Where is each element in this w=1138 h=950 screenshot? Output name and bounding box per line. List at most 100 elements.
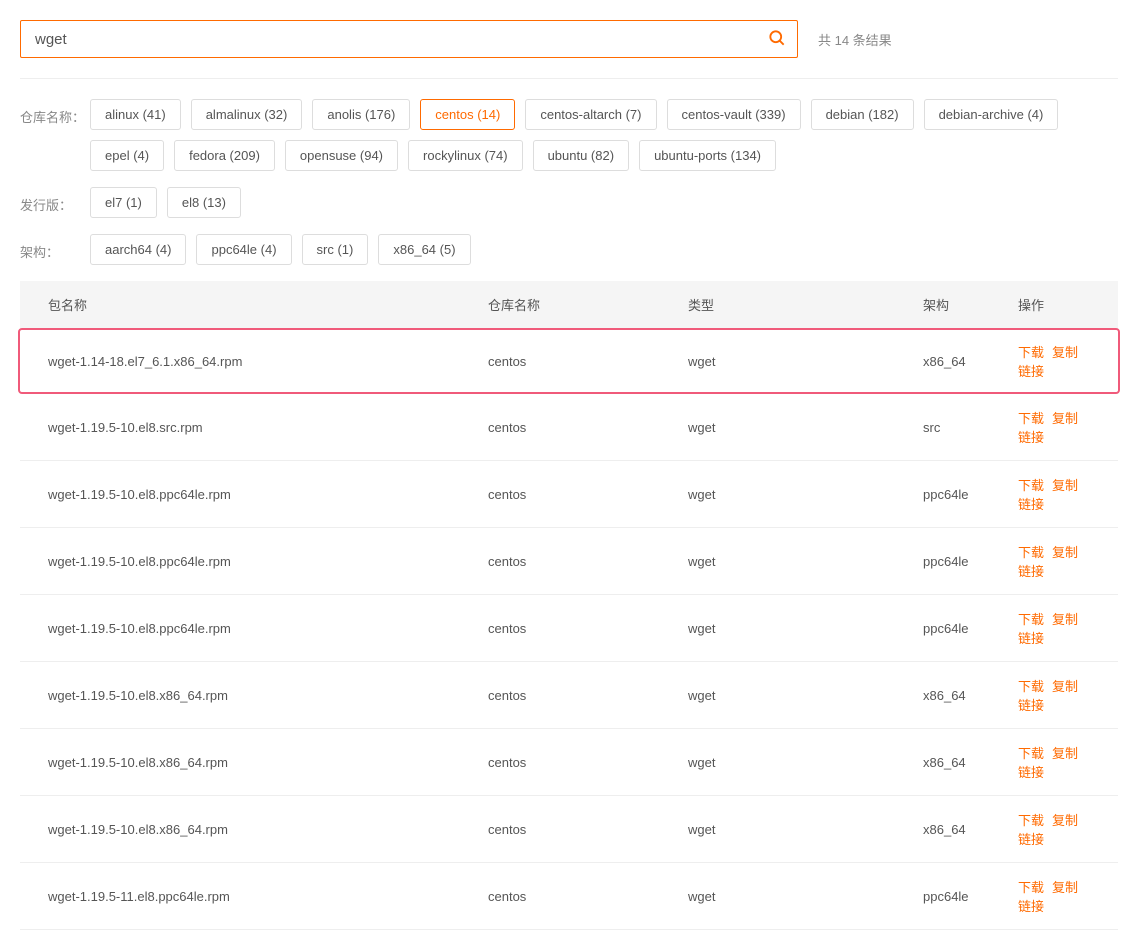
table-row: wget-1.19.5-10.el8.x86_64.rpmcentoswgetx… — [20, 729, 1118, 796]
cell-name: wget-1.19.5-11.el8.ppc64le.rpm — [48, 889, 488, 904]
tag-release-0[interactable]: el7 (1) — [90, 187, 157, 218]
cell-name: wget-1.14-18.el7_6.1.x86_64.rpm — [48, 354, 488, 369]
search-box — [20, 20, 798, 58]
cell-arch: src — [923, 420, 1018, 435]
tag-repo-2[interactable]: anolis (176) — [312, 99, 410, 130]
filter-repo-label: 仓库名称： — [20, 99, 90, 126]
cell-name: wget-1.19.5-10.el8.x86_64.rpm — [48, 688, 488, 703]
cell-type: wget — [688, 755, 923, 770]
table-row: wget-1.19.5-10.el8.ppc64le.rpmcentoswget… — [20, 528, 1118, 595]
tag-repo-12[interactable]: ubuntu (82) — [533, 140, 630, 171]
cell-action: 下载复制链接 — [1018, 342, 1090, 380]
th-arch: 架构 — [923, 295, 1018, 314]
table-row: wget-1.19.5-10.el8.src.rpmcentoswgetsrc下… — [20, 394, 1118, 461]
cell-type: wget — [688, 822, 923, 837]
cell-action: 下载复制链接 — [1018, 542, 1090, 580]
tag-release-1[interactable]: el8 (13) — [167, 187, 241, 218]
download-link[interactable]: 下载 — [1018, 746, 1044, 761]
cell-repo: centos — [488, 554, 688, 569]
th-action: 操作 — [1018, 295, 1090, 314]
tag-repo-7[interactable]: debian-archive (4) — [924, 99, 1059, 130]
cell-name: wget-1.19.5-10.el8.ppc64le.rpm — [48, 554, 488, 569]
tag-arch-0[interactable]: aarch64 (4) — [90, 234, 186, 265]
cell-repo: centos — [488, 487, 688, 502]
download-link[interactable]: 下载 — [1018, 345, 1044, 360]
cell-arch: x86_64 — [923, 755, 1018, 770]
cell-action: 下载复制链接 — [1018, 475, 1090, 513]
cell-arch: ppc64le — [923, 621, 1018, 636]
cell-action: 下载复制链接 — [1018, 810, 1090, 848]
cell-arch: ppc64le — [923, 487, 1018, 502]
cell-arch: x86_64 — [923, 354, 1018, 369]
cell-repo: centos — [488, 621, 688, 636]
filter-arch-tags: aarch64 (4) ppc64le (4) src (1) x86_64 (5) — [90, 234, 471, 265]
tag-arch-2[interactable]: src (1) — [302, 234, 369, 265]
cell-name: wget-1.19.5-10.el8.src.rpm — [48, 420, 488, 435]
cell-type: wget — [688, 554, 923, 569]
search-icon — [767, 28, 787, 51]
cell-action: 下载复制链接 — [1018, 609, 1090, 647]
filter-repo: 仓库名称：alinux (41) almalinux (32) anolis (17… — [20, 99, 1118, 171]
cell-arch: x86_64 — [923, 822, 1018, 837]
tag-repo-8[interactable]: epel (4) — [90, 140, 164, 171]
divider — [20, 78, 1118, 79]
cell-action: 下载复制链接 — [1018, 877, 1090, 915]
search-input[interactable] — [21, 31, 757, 48]
download-link[interactable]: 下载 — [1018, 478, 1044, 493]
cell-name: wget-1.19.5-10.el8.ppc64le.rpm — [48, 621, 488, 636]
download-link[interactable]: 下载 — [1018, 612, 1044, 627]
filter-arch: 架构：aarch64 (4)ppc64le (4)src (1)x86_64 (… — [20, 234, 1118, 265]
filter-release: 发行版：el7 (1) el8 (13) — [20, 187, 1118, 218]
cell-name: wget-1.19.5-10.el8.x86_64.rpm — [48, 755, 488, 770]
download-link[interactable]: 下载 — [1018, 679, 1044, 694]
cell-name: wget-1.19.5-10.el8.x86_64.rpm — [48, 822, 488, 837]
cell-arch: ppc64le — [923, 889, 1018, 904]
th-name: 包名称 — [48, 295, 488, 314]
cell-repo: centos — [488, 420, 688, 435]
tag-repo-9[interactable]: fedora (209) — [174, 140, 275, 171]
tag-repo-4[interactable]: centos-altarch (7) — [525, 99, 656, 130]
cell-repo: centos — [488, 822, 688, 837]
tag-repo-5[interactable]: centos-vault (339) — [667, 99, 801, 130]
cell-repo: centos — [488, 889, 688, 904]
th-repo: 仓库名称 — [488, 295, 688, 314]
filter-repo-tags: alinux (41) almalinux (32) anolis (176) cen… — [90, 99, 1118, 171]
tag-repo-6[interactable]: debian (182) — [811, 99, 914, 130]
cell-type: wget — [688, 354, 923, 369]
cell-repo: centos — [488, 755, 688, 770]
table-row: wget-1.19.5-10.el8.ppc64le.rpmcentoswget… — [20, 595, 1118, 662]
tag-arch-3[interactable]: x86_64 (5) — [378, 234, 470, 265]
tag-repo-13[interactable]: ubuntu-ports (134) — [639, 140, 776, 171]
cell-type: wget — [688, 889, 923, 904]
tag-repo-3[interactable]: centos (14) — [420, 99, 515, 130]
download-link[interactable]: 下载 — [1018, 411, 1044, 426]
cell-type: wget — [688, 420, 923, 435]
cell-type: wget — [688, 487, 923, 502]
results-count: 共 14 条结果 — [818, 30, 892, 49]
cell-type: wget — [688, 621, 923, 636]
search-button[interactable] — [757, 20, 797, 58]
tag-repo-1[interactable]: almalinux (32) — [191, 99, 303, 130]
cell-arch: x86_64 — [923, 688, 1018, 703]
th-type: 类型 — [688, 295, 923, 314]
cell-action: 下载复制链接 — [1018, 743, 1090, 781]
cell-repo: centos — [488, 688, 688, 703]
tag-repo-10[interactable]: opensuse (94) — [285, 140, 398, 171]
cell-name: wget-1.19.5-10.el8.ppc64le.rpm — [48, 487, 488, 502]
table-row: wget-1.19.5-10.el8.x86_64.rpmcentoswgetx… — [20, 662, 1118, 729]
tag-repo-0[interactable]: alinux (41) — [90, 99, 181, 130]
cell-repo: centos — [488, 354, 688, 369]
cell-action: 下载复制链接 — [1018, 408, 1090, 446]
tag-arch-1[interactable]: ppc64le (4) — [196, 234, 291, 265]
table-row: wget-1.14-18.el7_6.1.x86_64.rpmcentoswge… — [18, 328, 1120, 394]
filter-release-tags: el7 (1) el8 (13) — [90, 187, 241, 218]
filter-release-label: 发行版： — [20, 187, 90, 214]
cell-arch: ppc64le — [923, 554, 1018, 569]
table-row: wget-1.19.5-10.el8.ppc64le.rpmcentoswget… — [20, 461, 1118, 528]
tag-repo-11[interactable]: rockylinux (74) — [408, 140, 523, 171]
table-header: 包名称 仓库名称 类型 架构 操作 — [20, 281, 1118, 328]
download-link[interactable]: 下载 — [1018, 545, 1044, 560]
download-link[interactable]: 下载 — [1018, 813, 1044, 828]
download-link[interactable]: 下载 — [1018, 880, 1044, 895]
cell-action: 下载复制链接 — [1018, 676, 1090, 714]
